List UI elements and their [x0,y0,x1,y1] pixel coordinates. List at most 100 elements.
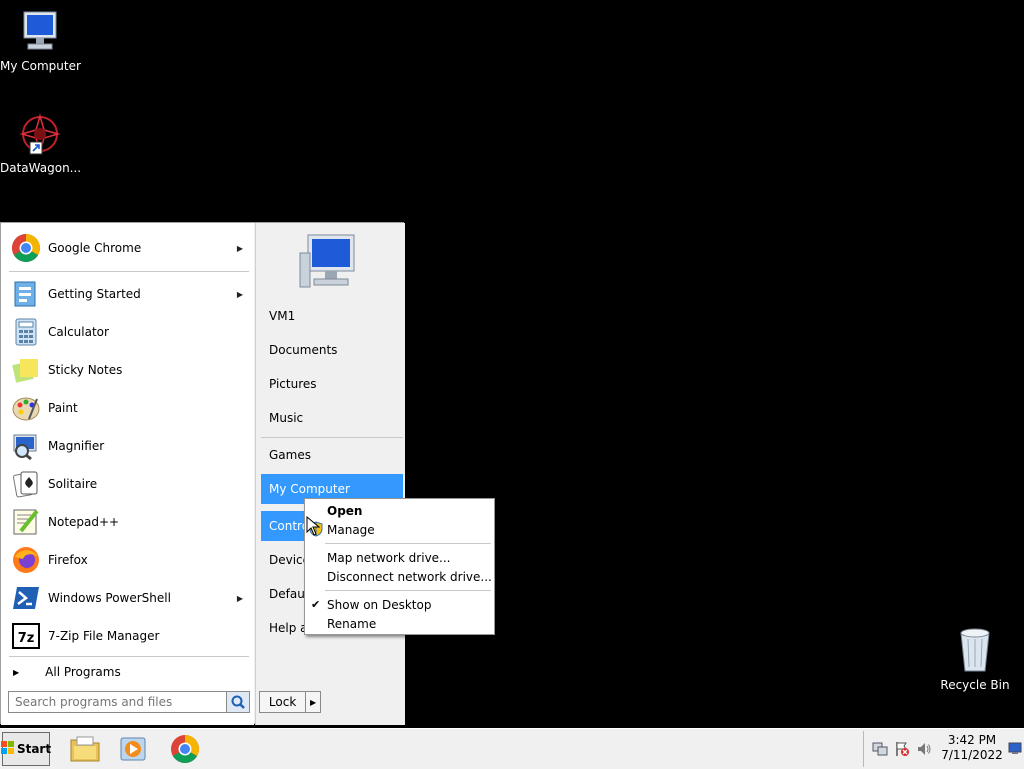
mouse-cursor-icon [306,515,321,539]
places-item-label: Games [269,448,311,462]
sticky-notes-icon [11,355,41,385]
program-7zip-file-manager[interactable]: 7z 7-Zip File Manager [7,619,249,653]
places-item-label: Pictures [269,377,317,391]
all-programs-label: All Programs [45,665,121,679]
context-item-manage[interactable]: Manage [327,520,375,539]
program-google-chrome[interactable]: Google Chrome ▶ [7,231,249,265]
lock-label: Lock [268,695,297,709]
desktop-icon-label: Recycle Bin [940,678,1010,692]
context-item-open[interactable]: Open [327,501,362,520]
user-picture-computer-icon [298,233,362,294]
program-windows-powershell[interactable]: Windows PowerShell ▶ [7,581,249,615]
notepadpp-icon [11,507,41,537]
desktop-icon-datawagon[interactable]: DataWagon... [0,112,82,175]
program-calculator[interactable]: Calculator [7,315,249,349]
places-item-label: My Computer [269,482,350,496]
magnifier-icon [11,431,41,461]
windows-logo-icon [0,740,15,758]
checkmark-icon: ✔ [311,598,321,611]
places-item-music[interactable]: Music [261,403,403,433]
action-center-flag-icon[interactable] [894,741,910,760]
calculator-icon [11,317,41,347]
network-icon[interactable] [872,741,888,760]
context-item-label: Rename [327,616,377,631]
getting-started-icon [11,279,41,309]
file-explorer-icon[interactable] [68,732,102,766]
media-player-icon[interactable] [116,732,150,766]
svg-text:7z: 7z [18,631,35,646]
desktop-icon-my-computer[interactable]: My Computer [0,10,81,73]
program-label: Solitaire [48,477,98,491]
recycle-bin-icon [953,628,997,676]
places-item-pictures[interactable]: Pictures [261,369,403,399]
separator [325,543,491,544]
powershell-icon [11,583,41,613]
volume-icon[interactable] [916,741,932,760]
places-item-games[interactable]: Games [261,440,403,470]
context-item-label: Manage [327,522,375,537]
places-item-label: Documents [269,343,338,357]
program-magnifier[interactable]: Magnifier [7,429,249,463]
program-label: 7-Zip File Manager [48,629,160,643]
all-programs-button[interactable]: ▶ All Programs [7,659,249,685]
program-label: Windows PowerShell [48,591,171,605]
taskbar: Start 3:42 PM 7/11/2022 [0,728,1024,769]
program-label: Paint [48,401,78,415]
program-label: Calculator [48,325,109,339]
context-item-disconnect-network-drive[interactable]: Disconnect network drive... [327,567,492,586]
program-sticky-notes[interactable]: Sticky Notes [7,353,249,387]
desktop-icon-label: DataWagon... [0,161,82,175]
program-label: Sticky Notes [48,363,123,377]
separator [261,437,403,438]
context-item-rename[interactable]: Rename [327,614,376,633]
places-item-vm1[interactable]: VM1 [261,301,403,331]
search-box[interactable] [8,691,250,713]
start-menu: Google Chrome ▶ Getting Started ▶ Calcul… [0,222,405,725]
start-label: Start [16,742,52,756]
context-item-show-on-desktop[interactable]: Show on Desktop [327,595,431,614]
program-firefox[interactable]: Firefox [7,543,249,577]
places-item-label: Music [269,411,304,425]
program-solitaire[interactable]: Solitaire [7,467,249,501]
search-input[interactable] [9,694,227,710]
submenu-arrow-icon: ▶ [236,593,243,603]
separator [9,271,249,272]
search-icon[interactable] [226,692,249,712]
clock-date: 7/11/2022 [941,748,1003,762]
program-label: Google Chrome [48,241,142,255]
places-item-label: VM1 [269,309,296,323]
separator [325,590,491,591]
program-getting-started[interactable]: Getting Started ▶ [7,277,249,311]
context-menu: Open Manage Map network drive... Disconn… [304,498,495,635]
program-label: Notepad++ [48,515,120,529]
program-label: Magnifier [48,439,105,453]
clock[interactable]: 3:42 PM 7/11/2022 [936,733,1008,763]
submenu-arrow-icon: ▶ [236,289,243,299]
datawagon-icon [16,113,64,159]
context-item-label: Map network drive... [327,550,451,565]
chrome-icon [11,233,41,263]
context-item-label: Disconnect network drive... [327,569,492,584]
chrome-icon[interactable] [168,732,202,766]
lock-button[interactable]: Lock ▶ [259,691,321,713]
program-paint[interactable]: Paint [7,391,249,425]
separator [9,656,249,657]
solitaire-icon [11,469,41,499]
submenu-arrow-icon: ▶ [236,243,243,253]
places-item-documents[interactable]: Documents [261,335,403,365]
lock-options-arrow-icon[interactable]: ▶ [305,692,320,712]
desktop-icon-recycle-bin[interactable]: Recycle Bin [935,625,1015,692]
7zip-icon: 7z [11,621,41,651]
start-button[interactable]: Start [0,732,52,766]
context-item-label: Show on Desktop [327,597,432,612]
firefox-icon [11,545,41,575]
computer-icon [16,11,64,57]
program-label: Getting Started [48,287,141,301]
start-menu-places-pane: VM1 Documents Pictures Music Games My Co… [255,223,405,725]
show-desktop-icon[interactable] [1008,741,1022,758]
desktop-icon-label: My Computer [0,59,81,73]
program-notepadpp[interactable]: Notepad++ [7,505,249,539]
system-tray: 3:42 PM 7/11/2022 [863,731,1024,767]
paint-icon [11,393,41,423]
context-item-map-network-drive[interactable]: Map network drive... [327,548,451,567]
